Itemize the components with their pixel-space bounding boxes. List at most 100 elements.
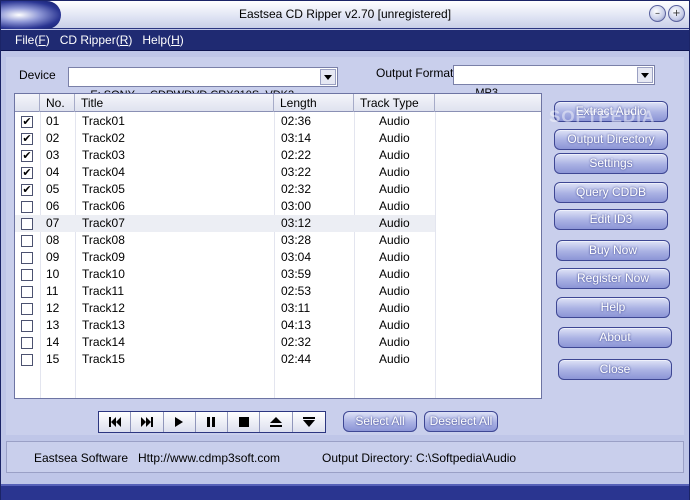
pause-button[interactable] <box>195 412 229 432</box>
window-title: Eastsea CD Ripper v2.70 [unregistered] <box>238 7 452 21</box>
track-checkbox[interactable] <box>21 354 33 366</box>
title-bar[interactable]: Eastsea CD Ripper v2.70 [unregistered] –… <box>1 1 689 29</box>
table-row[interactable]: ✔ 02 Track02 03:14 Audio <box>15 130 435 147</box>
track-checkbox[interactable] <box>21 201 33 213</box>
menu-cd-ripper[interactable]: CD Ripper(R) <box>60 33 133 47</box>
track-title: Track09 <box>82 250 125 264</box>
track-number: 15 <box>46 352 60 366</box>
table-row[interactable]: 15 Track15 02:44 Audio <box>15 351 435 368</box>
menu-file[interactable]: File(F) <box>15 33 50 47</box>
previous-track-icon <box>108 417 121 427</box>
track-checkbox[interactable] <box>21 286 33 298</box>
track-number: 04 <box>46 165 60 179</box>
deselect-all-button[interactable]: Deselect All <box>424 411 498 432</box>
track-length: 03:00 <box>281 199 312 213</box>
play-button[interactable] <box>163 412 196 432</box>
track-number: 12 <box>46 301 60 315</box>
table-row[interactable]: ✔ 04 Track04 03:22 Audio <box>15 164 435 181</box>
track-title: Track05 <box>82 182 125 196</box>
table-row[interactable]: 06 Track06 03:00 Audio <box>15 198 435 215</box>
track-title: Track11 <box>82 284 125 298</box>
track-list[interactable]: No. Title Length Track Type ✔ 01 Track01 02… <box>14 93 542 399</box>
track-list-header: No. Title Length Track Type <box>15 94 541 112</box>
edit-id3-button[interactable]: Edit ID3 <box>554 209 668 230</box>
track-number: 11 <box>46 284 59 298</box>
column-length[interactable]: Length <box>274 94 354 112</box>
track-title: Track10 <box>82 267 125 281</box>
column-title[interactable]: Title <box>75 94 274 112</box>
table-row[interactable]: 14 Track14 02:32 Audio <box>15 334 435 351</box>
track-length: 03:59 <box>281 267 312 281</box>
table-row[interactable]: 10 Track10 03:59 Audio <box>15 266 435 283</box>
chevron-down-icon[interactable] <box>637 67 653 83</box>
track-checkbox[interactable] <box>21 269 33 281</box>
settings-button[interactable]: Settings <box>554 153 668 174</box>
column-no[interactable]: No. <box>40 94 75 112</box>
track-checkbox[interactable]: ✔ <box>21 116 33 128</box>
track-checkbox[interactable] <box>21 218 33 230</box>
menu-help[interactable]: Help(H) <box>142 33 183 47</box>
table-row[interactable]: 08 Track08 03:28 Audio <box>15 232 435 249</box>
track-number: 07 <box>46 216 60 230</box>
track-checkbox[interactable]: ✔ <box>21 184 33 196</box>
track-title: Track04 <box>82 165 125 179</box>
register-now-button[interactable]: Register Now <box>556 268 670 289</box>
table-row[interactable]: 12 Track12 03:11 Audio <box>15 300 435 317</box>
track-length: 02:44 <box>281 352 312 366</box>
track-checkbox[interactable]: ✔ <box>21 150 33 162</box>
track-number: 08 <box>46 233 60 247</box>
status-bar: Eastsea Software Http://www.cdmp3soft.co… <box>6 441 684 473</box>
track-length: 02:32 <box>281 335 312 349</box>
track-checkbox[interactable] <box>21 303 33 315</box>
table-row[interactable]: 11 Track11 02:53 Audio <box>15 283 435 300</box>
status-website: Http://www.cdmp3soft.com <box>138 451 281 465</box>
device-select[interactable]: E: SONY CDRWDVD CRX310S VDK2 <box>68 67 338 101</box>
previous-track-button[interactable] <box>99 412 132 432</box>
column-track-type[interactable]: Track Type <box>354 94 435 112</box>
track-number: 03 <box>46 148 60 162</box>
table-row[interactable]: ✔ 05 Track05 02:32 Audio <box>15 181 435 198</box>
maximize-button[interactable]: + <box>668 5 685 22</box>
app-window: Eastsea CD Ripper v2.70 [unregistered] –… <box>0 0 690 500</box>
track-type: Audio <box>379 199 410 213</box>
table-row[interactable]: ✔ 01 Track01 02:36 Audio <box>15 113 435 130</box>
track-checkbox[interactable]: ✔ <box>21 167 33 179</box>
next-track-button[interactable] <box>131 412 164 432</box>
track-length: 02:22 <box>281 148 312 162</box>
output-directory-button[interactable]: Output Directory <box>554 129 668 150</box>
eject-icon <box>270 417 283 427</box>
track-length: 03:04 <box>281 250 312 264</box>
track-length: 04:13 <box>281 318 312 332</box>
query-cddb-button[interactable]: Query CDDB <box>554 182 668 203</box>
transport-controls <box>98 411 326 433</box>
stop-button[interactable] <box>228 412 261 432</box>
output-format-label: Output Format <box>376 66 454 80</box>
eject-button[interactable] <box>260 412 293 432</box>
table-row[interactable]: 07 Track07 03:12 Audio <box>15 215 435 232</box>
column-check[interactable] <box>15 94 40 112</box>
track-checkbox[interactable] <box>21 337 33 349</box>
table-row[interactable]: 09 Track09 03:04 Audio <box>15 249 435 266</box>
track-type: Audio <box>379 165 410 179</box>
close-tray-button[interactable] <box>292 412 325 432</box>
minimize-button[interactable]: – <box>649 5 666 22</box>
track-title: Track14 <box>82 335 125 349</box>
track-type: Audio <box>379 233 410 247</box>
track-checkbox[interactable] <box>21 320 33 332</box>
help-button[interactable]: Help <box>556 297 670 318</box>
table-row[interactable]: 13 Track13 04:13 Audio <box>15 317 435 334</box>
track-title: Track07 <box>82 216 125 230</box>
track-title: Track01 <box>82 114 125 128</box>
buy-now-button[interactable]: Buy Now <box>556 240 670 261</box>
track-length: 02:32 <box>281 182 312 196</box>
track-checkbox[interactable] <box>21 252 33 264</box>
table-row[interactable]: ✔ 03 Track03 02:22 Audio <box>15 147 435 164</box>
track-checkbox[interactable] <box>21 235 33 247</box>
chevron-down-icon[interactable] <box>320 69 336 85</box>
output-format-select[interactable]: MP3 <box>453 65 655 99</box>
device-label: Device <box>19 68 56 82</box>
select-all-button[interactable]: Select All <box>343 411 417 432</box>
about-button[interactable]: About <box>558 327 672 348</box>
close-button[interactable]: Close <box>558 359 672 380</box>
track-checkbox[interactable]: ✔ <box>21 133 33 145</box>
